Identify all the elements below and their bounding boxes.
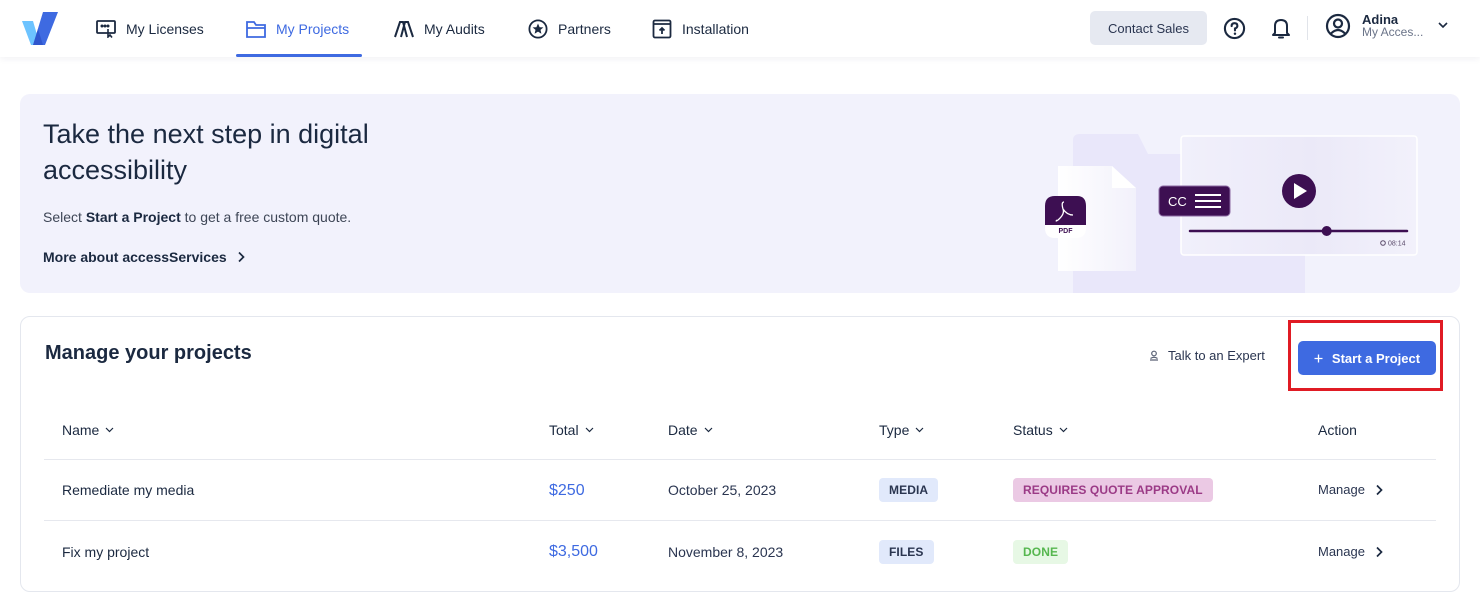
video-progress-knob: [1321, 226, 1332, 236]
user-account: My Acces...: [1362, 25, 1424, 39]
bell-icon: [1272, 19, 1290, 39]
manage-link[interactable]: Manage: [1318, 544, 1383, 559]
hero-title: Take the next step in digital accessibil…: [43, 119, 369, 185]
cc-label: CC: [1168, 194, 1187, 209]
projects-title: Manage your projects: [45, 342, 252, 364]
nav-item-partners[interactable]: Partners: [527, 0, 611, 57]
start-project-button[interactable]: Start a Project: [1298, 341, 1436, 375]
chevron-right-icon: [238, 251, 245, 263]
sort-chevron-icon: [704, 427, 713, 433]
row-divider: [44, 520, 1436, 521]
type-badge: MEDIA: [879, 478, 939, 502]
contact-sales-button[interactable]: Contact Sales: [1090, 11, 1207, 45]
pdf-label: PDF: [1059, 228, 1074, 235]
chevron-right-icon: [1376, 484, 1383, 495]
checkmark-logo[interactable]: [21, 11, 59, 47]
project-total: $3,500: [549, 543, 598, 560]
hero-banner: Take the next step in digital accessibil…: [20, 94, 1460, 293]
nav-label: Installation: [682, 20, 749, 37]
hero-subtitle-prefix: Select: [43, 209, 86, 225]
manage-link[interactable]: Manage: [1318, 482, 1383, 497]
help-button[interactable]: [1221, 15, 1247, 41]
column-header-date[interactable]: Date: [668, 422, 713, 438]
user-menu[interactable]: Adina My Acces...: [1325, 13, 1423, 39]
nav-label: My Projects: [276, 20, 350, 37]
user-circle-icon: [1325, 13, 1351, 39]
sort-chevron-icon: [915, 427, 924, 433]
upload-box-icon: [651, 18, 673, 40]
project-date: November 8, 2023: [668, 544, 784, 560]
column-header-type[interactable]: Type: [879, 422, 924, 438]
column-label: Name: [62, 422, 100, 438]
column-label: Action: [1318, 422, 1357, 438]
question-circle-icon: [1223, 17, 1245, 39]
sort-chevron-icon: [105, 427, 114, 433]
nav-item-my-audits[interactable]: My Audits: [393, 0, 485, 57]
column-header-status[interactable]: Status: [1013, 422, 1068, 438]
column-label: Date: [668, 422, 698, 438]
closed-captions-icon: CC: [1158, 185, 1231, 217]
manage-label: Manage: [1318, 482, 1365, 497]
column-header-total[interactable]: Total: [549, 422, 594, 438]
nav-item-my-projects[interactable]: My Projects: [245, 0, 349, 57]
nav-label: Partners: [558, 20, 611, 37]
chevron-right-icon: [1376, 546, 1383, 557]
chevron-down-icon[interactable]: [1437, 20, 1449, 30]
column-header-name[interactable]: Name: [62, 422, 114, 438]
project-name: Fix my project: [62, 544, 150, 560]
status-badge: REQUIRES QUOTE APPROVAL: [1013, 478, 1213, 502]
star-circle-icon: [527, 18, 549, 40]
row-divider: [44, 459, 1436, 460]
pdf-file-icon: PDF: [1045, 196, 1086, 238]
video-time: 08:14: [1388, 241, 1406, 248]
nav-label: My Audits: [424, 20, 485, 37]
status-badge: DONE: [1013, 540, 1069, 564]
hero-subtitle-bold: Start a Project: [85, 209, 181, 225]
column-label: Status: [1013, 422, 1053, 438]
accessibility-illustration: PDF 08:14 CC: [1045, 134, 1418, 293]
nav-label: My Licenses: [126, 20, 204, 37]
project-name: Remediate my media: [62, 482, 195, 498]
more-about-label: More about accessServices: [43, 249, 227, 265]
project-date: October 25, 2023: [668, 482, 777, 498]
column-header-action: Action: [1318, 422, 1357, 438]
active-tab-indicator: [236, 54, 362, 57]
column-label: Total: [549, 422, 579, 438]
top-navigation: My Licenses My Projects My Audits Partne…: [0, 0, 1480, 57]
type-badge: FILES: [879, 540, 934, 564]
divider: [1307, 16, 1308, 40]
hero-subtitle-suffix: to get a free custom quote.: [180, 209, 352, 225]
start-project-label: Start a Project: [1331, 350, 1421, 366]
talk-to-expert-label: Talk to an Expert: [1168, 348, 1265, 363]
talk-to-expert-link[interactable]: Talk to an Expert: [1149, 348, 1265, 363]
project-total: $250: [549, 482, 585, 499]
sort-chevron-icon: [1059, 427, 1068, 433]
nav-item-installation[interactable]: Installation: [651, 0, 749, 57]
nav-item-my-licenses[interactable]: My Licenses: [95, 0, 204, 57]
hero-subtitle: Select Start a Project to get a free cus…: [43, 209, 351, 225]
more-about-link[interactable]: More about accessServices: [43, 249, 245, 265]
sort-chevron-icon: [585, 427, 594, 433]
license-icon: [95, 18, 117, 40]
manage-label: Manage: [1318, 544, 1365, 559]
plus-icon: [1314, 354, 1323, 362]
folder-icon: [245, 18, 267, 40]
person-icon: [1150, 350, 1158, 361]
audits-icon: [393, 18, 415, 40]
column-label: Type: [879, 422, 910, 438]
projects-card: Manage your projects Talk to an Expert S…: [20, 316, 1460, 592]
notifications-button[interactable]: [1268, 15, 1294, 41]
